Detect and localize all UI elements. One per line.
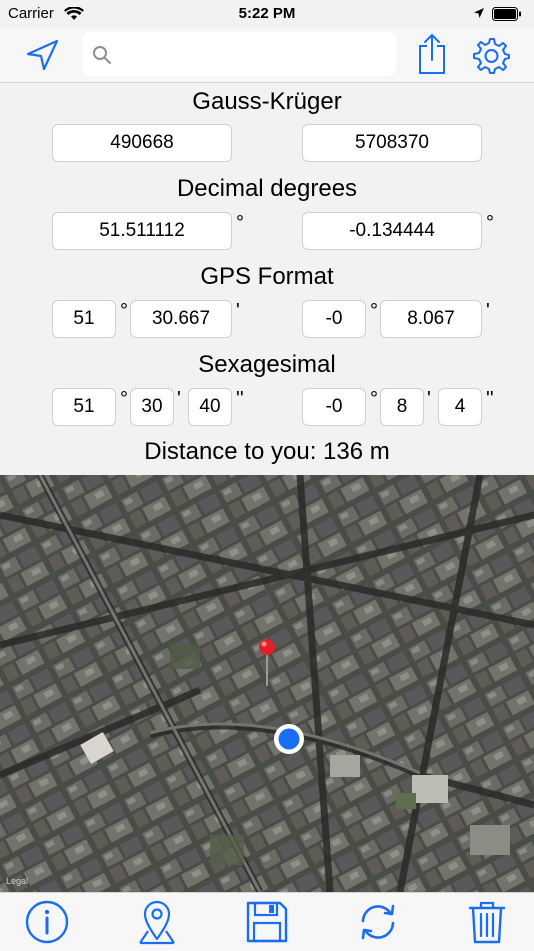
search-icon [93,46,111,64]
legal-link[interactable]: Legal [6,876,28,886]
degree-symbol: ° [120,300,128,322]
degree-symbol: ° [370,388,378,410]
decimal-latitude-field[interactable]: 51.511112 [52,212,232,250]
gps-longitude-degrees-field[interactable]: -0 [302,300,366,338]
share-button[interactable] [418,32,446,76]
user-location-dot [274,724,304,754]
degree-symbol: ° [120,388,128,410]
clock: 5:22 PM [238,5,296,22]
search-bar[interactable] [82,32,396,76]
sexagesimal-latitude-degrees-field[interactable]: 51 [52,388,116,426]
gps-longitude-minutes-field[interactable]: 8.067 [380,300,482,338]
current-location-button[interactable] [24,38,60,72]
settings-gear-button[interactable] [472,36,510,74]
satellite-map[interactable]: Legal [0,475,534,892]
search-input[interactable] [118,40,390,70]
minute-symbol: ' [486,300,490,322]
gauss-kruger-northing-field[interactable]: 5708370 [302,124,482,162]
status-bar: Carrier 5:22 PM [0,0,534,28]
second-symbol: '' [486,388,494,410]
bottom-toolbar [0,892,534,951]
decimal-longitude-field[interactable]: -0.134444 [302,212,482,250]
battery-icon [492,7,521,21]
distance-label: Distance to you: 136 m [144,438,390,465]
refresh-button[interactable] [355,899,401,945]
degree-symbol: ° [236,212,244,234]
second-symbol: '' [236,388,244,410]
navigation-bar [0,28,534,83]
location-pin-icon[interactable] [257,638,277,688]
gps-latitude-degrees-field[interactable]: 51 [52,300,116,338]
minute-symbol: ' [177,388,181,410]
info-button[interactable] [24,899,70,945]
sexagesimal-latitude-minutes-field[interactable]: 30 [130,388,174,426]
gauss-kruger-title: Gauss-Krüger [192,88,342,115]
sexagesimal-title: Sexagesimal [198,351,336,378]
sexagesimal-longitude-degrees-field[interactable]: -0 [302,388,366,426]
sexagesimal-longitude-minutes-field[interactable]: 8 [380,388,424,426]
sexagesimal-longitude-seconds-field[interactable]: 4 [438,388,482,426]
degree-symbol: ° [486,212,494,234]
gauss-kruger-easting-field[interactable]: 490668 [52,124,232,162]
trash-button[interactable] [464,899,510,945]
minute-symbol: ' [427,388,431,410]
degree-symbol: ° [370,300,378,322]
minute-symbol: ' [236,300,240,322]
sexagesimal-latitude-seconds-field[interactable]: 40 [188,388,232,426]
map-pin-button[interactable] [134,899,180,945]
decimal-degrees-title: Decimal degrees [176,175,358,202]
location-services-icon [474,8,484,18]
save-floppy-button[interactable] [244,899,290,945]
gps-format-title: GPS Format [200,263,334,290]
gps-latitude-minutes-field[interactable]: 30.667 [130,300,232,338]
